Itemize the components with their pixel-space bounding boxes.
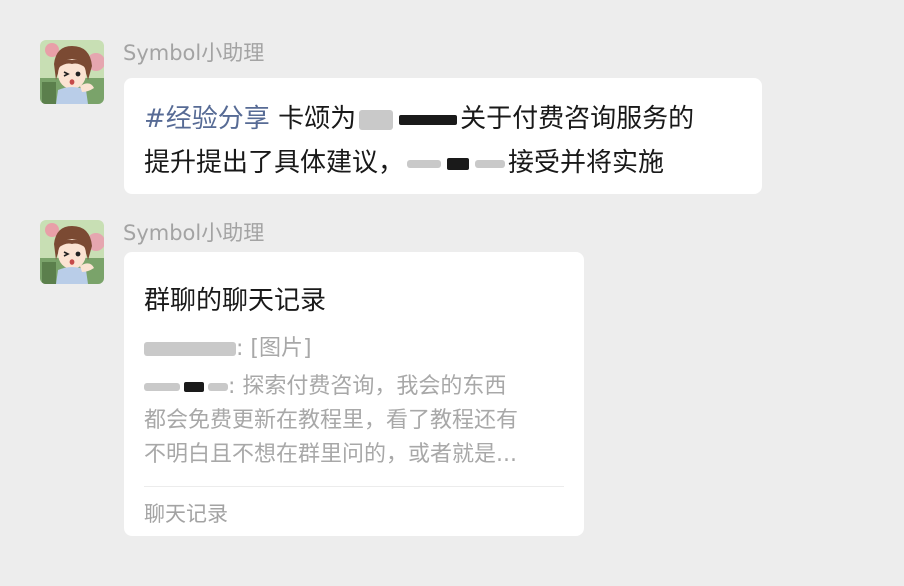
- card-preview-line-2: : 探索付费咨询，我会的东西: [144, 368, 506, 400]
- card-preview-text: : 探索付费咨询，我会的东西: [228, 374, 507, 399]
- message-line-1: #经验分享 卡颂为 关于付费咨询服务的: [144, 98, 694, 135]
- avatar[interactable]: [40, 220, 104, 284]
- message-text: 提升提出了具体建议，: [144, 148, 405, 178]
- card-preview-line-4: 不明白且不想在群里问的，或者就是...: [144, 442, 517, 467]
- card-preview-line-1: : [图片]: [144, 330, 312, 362]
- chat-history-card[interactable]: 群聊的聊天记录 : [图片] : 探索付费咨询，我会的东西 都会免费更新在教程里…: [124, 252, 584, 536]
- redacted-name: [447, 157, 470, 170]
- redacted-name: [407, 159, 442, 168]
- message-text: 接受并将实施: [508, 148, 665, 178]
- avatar[interactable]: [40, 40, 104, 104]
- redacted-name: [144, 383, 180, 391]
- card-preview-text: : [图片]: [236, 336, 312, 361]
- card-divider: [144, 486, 564, 487]
- hashtag-link[interactable]: #经验分享: [144, 104, 270, 134]
- card-title: 群聊的聊天记录: [144, 286, 327, 316]
- card-footer-label: 聊天记录: [144, 502, 228, 526]
- redacted-name: [359, 109, 394, 130]
- message-bubble[interactable]: #经验分享 卡颂为 关于付费咨询服务的 提升提出了具体建议， 接受并将实施: [124, 78, 762, 194]
- redacted-name: [144, 342, 236, 356]
- card-preview-line-3: 都会免费更新在教程里，看了教程还有: [144, 408, 519, 433]
- sender-name: Symbol小助理: [123, 41, 265, 65]
- message-text: 卡颂为: [278, 104, 357, 134]
- redacted-name: [399, 114, 458, 125]
- message-text: 关于付费咨询服务的: [460, 104, 695, 134]
- redacted-name: [184, 382, 204, 392]
- redacted-name: [208, 383, 228, 391]
- sender-name: Symbol小助理: [123, 221, 265, 245]
- redacted-name: [475, 159, 506, 168]
- message-line-2: 提升提出了具体建议， 接受并将实施: [144, 142, 664, 179]
